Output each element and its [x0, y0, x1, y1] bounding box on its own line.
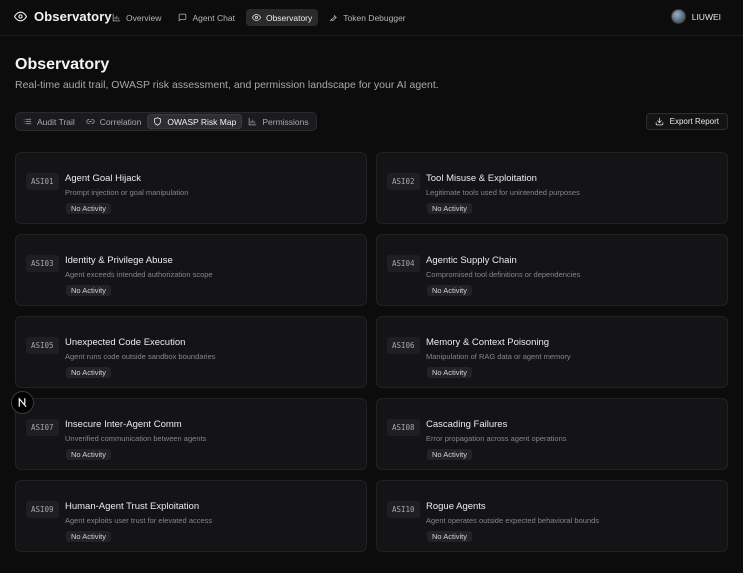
nav-item-label: Token Debugger — [343, 12, 406, 23]
risk-card-asi03[interactable]: ASI03 Identity & Privilege Abuse Agent e… — [15, 234, 367, 306]
link-icon — [86, 117, 95, 126]
risk-card-asi05[interactable]: ASI05 Unexpected Code Execution Agent ru… — [15, 316, 367, 388]
tab-label: Correlation — [99, 116, 142, 127]
risk-name: Agentic Supply Chain — [426, 255, 517, 266]
status-badge: No Activity — [427, 531, 473, 542]
risk-code: ASI07 — [26, 419, 59, 436]
risk-card-asi01[interactable]: ASI01 Agent Goal Hijack Prompt injection… — [15, 152, 367, 224]
main-nav: Overview Agent Chat Observatory Token De… — [106, 9, 412, 26]
brand[interactable]: Observatory — [14, 9, 112, 24]
status-badge: No Activity — [66, 285, 112, 296]
bar-chart-icon — [248, 117, 257, 126]
risk-name: Insecure Inter-Agent Comm — [65, 419, 182, 430]
status-badge: No Activity — [66, 203, 112, 214]
message-square-icon — [178, 13, 187, 22]
owasp-risk-grid: ASI01 Agent Goal Hijack Prompt injection… — [15, 152, 728, 552]
risk-name: Human-Agent Trust Exploitation — [65, 501, 200, 512]
tab-label: Permissions — [262, 116, 309, 127]
risk-card-asi07[interactable]: ASI07 Insecure Inter-Agent Comm Unverifi… — [15, 398, 367, 470]
risk-code: ASI04 — [387, 255, 420, 272]
risk-description: Manipulation of RAG data or agent memory — [426, 352, 571, 361]
export-report-button[interactable]: Export Report — [645, 113, 728, 130]
risk-card-asi04[interactable]: ASI04 Agentic Supply Chain Compromised t… — [376, 234, 728, 306]
risk-card-asi09[interactable]: ASI09 Human-Agent Trust Exploitation Age… — [15, 480, 367, 552]
shield-icon — [153, 117, 162, 126]
list-icon — [23, 117, 32, 126]
risk-description: Compromised tool definitions or dependen… — [426, 270, 581, 279]
nextjs-logo-icon[interactable] — [11, 391, 34, 414]
risk-code: ASI03 — [26, 255, 59, 272]
status-badge: No Activity — [427, 449, 473, 460]
page-title: Observatory — [15, 56, 110, 73]
nav-item-token-debugger[interactable]: Token Debugger — [323, 9, 411, 26]
status-badge: No Activity — [427, 203, 473, 214]
tab-owasp-risk-map[interactable]: OWASP Risk Map — [147, 114, 243, 129]
risk-name: Cascading Failures — [426, 419, 508, 430]
risk-code: ASI02 — [387, 173, 420, 190]
bar-chart-icon — [112, 13, 121, 22]
nav-item-label: Agent Chat — [192, 12, 235, 23]
tab-audit-trail[interactable]: Audit Trail — [18, 114, 80, 129]
risk-description: Legitimate tools used for unintended pur… — [426, 188, 580, 197]
status-badge: No Activity — [66, 367, 112, 378]
nav-item-observatory[interactable]: Observatory — [245, 9, 319, 26]
risk-card-asi08[interactable]: ASI08 Cascading Failures Error propagati… — [376, 398, 728, 470]
export-report-label: Export Report — [669, 117, 719, 126]
view-tabs: Audit Trail Correlation OWASP Risk Map P… — [15, 112, 317, 131]
status-badge: No Activity — [66, 449, 112, 460]
eye-icon — [14, 10, 27, 23]
avatar — [670, 9, 686, 24]
tab-label: OWASP Risk Map — [167, 116, 237, 127]
risk-name: Agent Goal Hijack — [65, 173, 142, 184]
nav-item-label: Overview — [126, 12, 162, 23]
risk-code: ASI10 — [387, 501, 420, 518]
risk-card-asi02[interactable]: ASI02 Tool Misuse & Exploitation Legitim… — [376, 152, 728, 224]
tab-permissions[interactable]: Permissions — [243, 114, 313, 129]
download-icon — [655, 117, 664, 126]
page-subtitle: Real-time audit trail, OWASP risk assess… — [15, 79, 439, 91]
app-title: Observatory — [34, 9, 112, 24]
status-badge: No Activity — [427, 285, 473, 296]
tab-correlation[interactable]: Correlation — [81, 114, 147, 129]
risk-code: ASI06 — [387, 337, 420, 354]
risk-description: Agent operates outside expected behavior… — [426, 516, 600, 525]
risk-code: ASI05 — [26, 337, 59, 354]
risk-name: Identity & Privilege Abuse — [65, 255, 173, 266]
risk-description: Agent runs code outside sandbox boundari… — [65, 352, 216, 361]
nav-item-agent-chat[interactable]: Agent Chat — [172, 9, 241, 26]
risk-name: Tool Misuse & Exploitation — [426, 173, 537, 184]
risk-card-asi10[interactable]: ASI10 Rogue Agents Agent operates outsid… — [376, 480, 728, 552]
eye-icon — [251, 13, 261, 22]
risk-name: Unexpected Code Execution — [65, 337, 186, 348]
tab-label: Audit Trail — [37, 116, 75, 127]
status-badge: No Activity — [66, 531, 112, 542]
risk-description: Agent exploits user trust for elevated a… — [65, 516, 213, 525]
nav-item-overview[interactable]: Overview — [106, 9, 167, 26]
risk-name: Rogue Agents — [426, 501, 486, 512]
risk-name: Memory & Context Poisoning — [426, 337, 550, 348]
risk-code: ASI08 — [387, 419, 420, 436]
risk-code: ASI09 — [26, 501, 59, 518]
risk-description: Agent exceeds intended authorization sco… — [65, 270, 213, 279]
risk-description: Prompt injection or goal manipulation — [65, 188, 189, 197]
nav-item-label: Observatory — [265, 12, 313, 23]
risk-description: Error propagation across agent operation… — [426, 434, 567, 443]
user-name: LIUWEI — [691, 11, 721, 22]
risk-code: ASI01 — [26, 173, 59, 190]
top-bar: Observatory Overview Agent Chat Observat… — [0, 0, 743, 36]
risk-card-asi06[interactable]: ASI06 Memory & Context Poisoning Manipul… — [376, 316, 728, 388]
wrench-icon — [329, 13, 338, 22]
status-badge: No Activity — [427, 367, 473, 378]
risk-description: Unverified communication between agents — [65, 434, 207, 443]
user-menu[interactable]: LIUWEI — [670, 9, 721, 24]
